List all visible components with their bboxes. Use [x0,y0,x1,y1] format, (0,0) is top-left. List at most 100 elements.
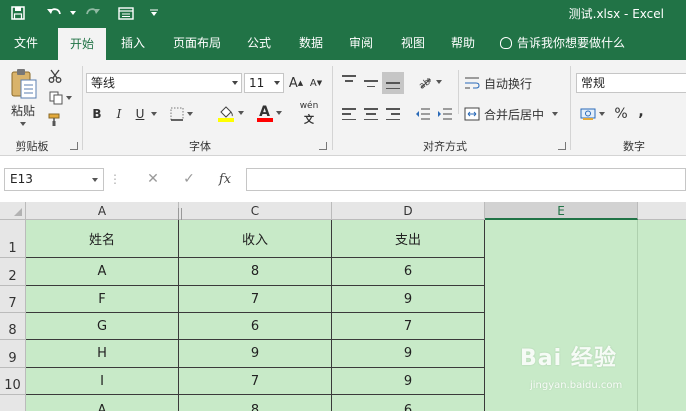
align-bottom-icon[interactable] [382,72,404,94]
column-header-c[interactable]: C [179,202,332,220]
table-cell[interactable]: 6 [332,395,485,411]
name-box-value: E13 [10,172,33,186]
undo-dropdown-icon[interactable] [66,3,76,23]
align-right-icon[interactable] [384,106,402,122]
tab-home[interactable]: 开始 [58,28,106,60]
number-format-value: 常规 [581,76,606,90]
table-cell[interactable]: 9 [332,286,485,313]
increase-indent-icon[interactable] [436,106,454,122]
customize-icon[interactable] [146,3,162,23]
row-header[interactable]: 9 [0,340,26,368]
table-cell[interactable]: 9 [332,368,485,395]
row-header[interactable]: 7 [0,286,26,313]
row-header[interactable]: 2 [0,258,26,286]
cut-icon[interactable] [46,68,64,84]
phonetic-guide-button[interactable]: wén 文 [292,100,326,126]
shrink-font-button[interactable]: A ▼ [308,73,324,93]
table-cell[interactable]: A [26,258,179,286]
comma-button[interactable]: , [634,102,648,122]
table-cell[interactable]: 8 [179,395,332,411]
align-middle-icon[interactable] [362,72,380,90]
row-header[interactable]: 10 [0,368,26,395]
wrap-text-label: 自动换行 [484,76,533,91]
insert-function-button[interactable]: fx [212,168,238,191]
tab-page-layout[interactable]: 页面布局 [164,26,230,60]
underline-dropdown-icon[interactable] [148,104,160,124]
row-header[interactable] [0,395,26,411]
table-cell[interactable]: 9 [332,340,485,368]
merge-center-button[interactable]: 合并后居中 [464,104,564,124]
table-cell[interactable]: 7 [179,286,332,313]
table-cell[interactable]: I [26,368,179,395]
clipboard-launcher-icon[interactable] [70,142,78,150]
table-cell[interactable]: 7 [332,313,485,340]
format-painter-icon[interactable] [46,112,64,128]
table-cell[interactable]: G [26,313,179,340]
paste-dropdown-icon[interactable] [16,120,30,128]
merge-center-label: 合并后居中 [484,107,545,122]
font-launcher-icon[interactable] [319,142,327,150]
font-size-combo[interactable]: 11 [244,73,284,93]
table-cell[interactable]: 收入 [179,220,332,258]
paste-icon[interactable] [6,66,42,102]
tab-insert[interactable]: 插入 [112,26,154,60]
window-title: 测试.xlsx - Excel [568,7,664,21]
paste-button[interactable]: 粘贴 [6,102,40,118]
underline-button[interactable]: U [132,104,148,124]
save-icon[interactable] [8,3,28,23]
select-all-button[interactable] [0,202,26,220]
tab-view[interactable]: 视图 [392,26,434,60]
column-header-f[interactable] [638,202,686,220]
accounting-format-button[interactable] [576,104,608,124]
align-top-icon[interactable] [340,72,358,90]
percent-button[interactable]: % [612,104,630,124]
table-cell[interactable]: 9 [179,340,332,368]
formula-input[interactable] [246,168,686,191]
font-group-label: 字体 [189,140,211,153]
redo-icon[interactable] [82,3,104,23]
table-cell[interactable]: A [26,395,179,411]
row-header[interactable]: 1 [0,220,26,258]
table-cell[interactable]: 姓名 [26,220,179,258]
form-icon[interactable] [116,3,136,23]
table-cell[interactable]: 6 [332,258,485,286]
row-header[interactable]: 8 [0,313,26,340]
undo-icon[interactable] [42,3,66,23]
font-name-combo[interactable]: 等线 [86,73,242,93]
fill-color-button[interactable] [212,102,248,124]
name-box[interactable]: E13 [4,168,104,191]
align-left-icon[interactable] [340,106,358,122]
cancel-icon[interactable]: ✕ [140,168,166,191]
copy-icon[interactable] [46,90,74,106]
tab-data[interactable]: 数据 [290,26,332,60]
table-cell[interactable]: F [26,286,179,313]
hidden-column-marker[interactable] [178,208,182,220]
tell-me-box[interactable]: 告诉我你想要做什么 [500,26,625,60]
table-cell[interactable]: 6 [179,313,332,340]
grow-font-button[interactable]: A ▲ [288,73,304,93]
column-header-d[interactable]: D [332,202,485,220]
decrease-indent-icon[interactable] [414,106,432,122]
font-color-button[interactable]: A [252,102,286,124]
enter-icon[interactable]: ✓ [176,168,202,191]
phonetic-guide-icon: wén [299,100,319,111]
tab-file[interactable]: 文件 [0,26,52,60]
tab-review[interactable]: 审阅 [340,26,382,60]
wrap-text-button[interactable]: 自动换行 [464,74,538,92]
table-cell[interactable]: 8 [179,258,332,286]
table-cell[interactable]: 支出 [332,220,485,258]
column-header-e[interactable]: E [485,202,638,220]
column-header-a[interactable]: A [26,202,179,220]
italic-button[interactable]: I [110,104,128,124]
alignment-launcher-icon[interactable] [558,142,566,150]
tab-formulas[interactable]: 公式 [238,26,280,60]
align-center-icon[interactable] [362,106,380,122]
orientation-button[interactable]: ab [414,72,444,92]
formula-bar-grip-icon: ⋮ [109,172,121,186]
table-cell[interactable]: H [26,340,179,368]
number-format-combo[interactable]: 常规 [576,73,686,93]
tab-help[interactable]: 帮助 [442,26,484,60]
bold-button[interactable]: B [88,104,106,124]
table-cell[interactable]: 7 [179,368,332,395]
borders-button[interactable] [164,104,198,124]
